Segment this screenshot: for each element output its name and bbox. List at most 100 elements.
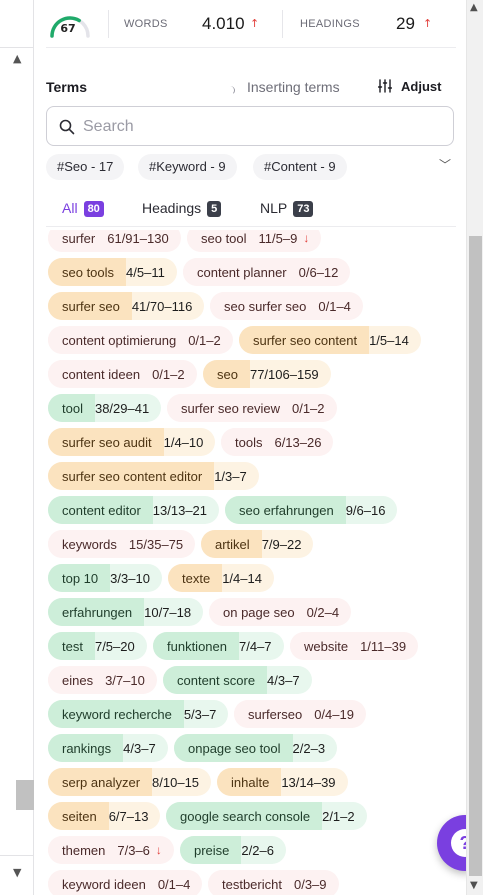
term-chip[interactable]: inhalte 13/14–39 — [217, 768, 348, 796]
term-chip[interactable]: surfer seo content editor 1/3–7 — [48, 462, 259, 490]
filter-chip-content[interactable]: #Content - 9 — [253, 154, 347, 180]
sliders-icon[interactable] — [378, 79, 392, 93]
term-label: surfer seo review — [167, 394, 292, 422]
term-chip[interactable]: onpage seo tool 2/2–3 — [174, 734, 338, 762]
tab-nlp[interactable]: NLP 73 — [260, 200, 314, 217]
scroll-up-arrow-icon[interactable]: ▲ — [470, 2, 478, 13]
term-count-value: 0/4–19 — [314, 706, 354, 722]
tab-all[interactable]: All 80 — [62, 200, 104, 217]
search-input[interactable] — [83, 115, 443, 139]
term-chip[interactable]: artikel 7/9–22 — [201, 530, 314, 558]
filter-chip-keyword[interactable]: #Keyword - 9 — [138, 154, 237, 180]
term-chip[interactable]: tools 6/13–26 — [221, 428, 334, 456]
term-count-value: 0/1–2 — [152, 366, 185, 382]
term-label: test — [48, 632, 95, 660]
term-chip[interactable]: keywords 15/35–75 — [48, 530, 196, 558]
term-chip[interactable]: website 1/11–39 — [290, 632, 419, 660]
term-label: surfer seo content — [239, 326, 370, 354]
term-label: seo tools — [48, 258, 127, 286]
term-chip[interactable]: themen 7/3–6 ↓ — [48, 836, 174, 864]
term-chip[interactable]: tool 38/29–41 — [48, 394, 162, 422]
search-icon — [59, 119, 75, 135]
term-count: 0/1–2 — [188, 326, 233, 354]
tab-label: NLP — [260, 200, 288, 216]
term-count: 4/3–7 — [267, 666, 312, 694]
term-count-value: 7/4–7 — [239, 638, 272, 654]
term-chip[interactable]: erfahrungen 10/7–18 — [48, 598, 204, 626]
term-chip[interactable]: content ideen 0/1–2 — [48, 360, 197, 388]
tab-headings[interactable]: Headings 5 — [142, 200, 222, 217]
term-chip[interactable]: funktionen 7/4–7 — [153, 632, 284, 660]
term-count-value: 1/5–14 — [369, 332, 409, 348]
term-chip[interactable]: testbericht 0/3–9 — [208, 870, 339, 895]
term-count: 13/14–39 — [281, 768, 347, 796]
term-label: texte — [168, 564, 223, 592]
term-chip[interactable]: serp analyzer 8/10–15 — [48, 768, 212, 796]
term-count: 0/3–9 — [294, 870, 339, 895]
term-chip[interactable]: test 7/5–20 — [48, 632, 147, 660]
term-chip[interactable]: keyword recherche 5/3–7 — [48, 700, 229, 728]
term-chip[interactable]: surferseo 0/4–19 — [234, 700, 366, 728]
term-label: seo erfahrungen — [225, 496, 346, 524]
arrow-up-icon: ↑ — [423, 17, 433, 30]
filter-chip-seo[interactable]: #Seo - 17 — [46, 154, 125, 180]
term-chip[interactable]: on page seo 0/2–4 — [209, 598, 352, 626]
term-chip[interactable]: content optimierung 0/1–2 — [48, 326, 233, 354]
term-label: keyword ideen — [48, 870, 158, 895]
term-count: 0/1–4 — [158, 870, 203, 895]
term-count: 7/9–22 — [262, 530, 314, 558]
term-chip[interactable]: surfer seo review 0/1–2 — [167, 394, 337, 422]
term-chip[interactable]: seiten 6/7–13 — [48, 802, 161, 830]
term-count: 7/5–20 — [95, 632, 147, 660]
term-chip[interactable]: preise 2/2–6 — [180, 836, 286, 864]
term-label: erfahrungen — [48, 598, 145, 626]
term-chip[interactable]: texte 1/4–14 — [168, 564, 274, 592]
term-count-value: 15/35–75 — [128, 536, 184, 552]
term-chip[interactable]: seo surfer seo 0/1–4 — [210, 292, 363, 320]
term-chip[interactable]: google search console 2/1–2 — [166, 802, 367, 830]
term-count: 2/2–3 — [293, 734, 338, 762]
term-chip[interactable]: seo tools 4/5–11 — [48, 258, 177, 286]
term-chip[interactable]: seo erfahrungen 9/6–16 — [225, 496, 398, 524]
filter-chips: #Seo - 17 #Keyword - 9 #Content - 9 ﹀ — [46, 154, 456, 180]
term-chip[interactable]: content planner 0/6–12 — [183, 258, 351, 286]
term-count: 1/11–39 — [360, 632, 418, 660]
term-chip[interactable]: seo tool 11/5–9 ↓ — [187, 230, 322, 252]
scrollbar-thumb[interactable] — [16, 780, 34, 810]
term-count-value: 41/70–116 — [131, 298, 193, 314]
term-chip[interactable]: keyword ideen 0/1–4 — [48, 870, 203, 895]
scroll-up-arrow-icon[interactable]: ▲ — [13, 52, 21, 65]
scrollbar-thumb[interactable] — [469, 236, 482, 876]
chevron-down-icon[interactable]: ﹀ — [439, 156, 451, 173]
term-chip[interactable]: content score 4/3–7 — [163, 666, 312, 694]
term-label: themen — [48, 836, 118, 864]
scroll-down-arrow-icon[interactable]: ▼ — [470, 880, 478, 891]
scroll-down-arrow-icon[interactable]: ▼ — [13, 866, 21, 879]
term-count-value: 7/9–22 — [261, 536, 302, 552]
term-count: 0/4–19 — [314, 700, 366, 728]
terms-list: surfer 61/91–130 seo tool 11/5–9 ↓ seo tools 4… — [46, 230, 456, 895]
term-chip[interactable]: surfer seo audit 1/4–10 — [48, 428, 216, 456]
term-count-value: 2/2–6 — [241, 842, 274, 858]
term-chip[interactable]: seo 77/106–159 — [203, 360, 331, 388]
term-count: 3/3–10 — [110, 564, 162, 592]
term-label: seo — [203, 360, 250, 388]
term-count: 2/2–6 — [241, 836, 286, 864]
term-chip[interactable]: surfer seo content 1/5–14 — [239, 326, 421, 354]
spinner-icon — [226, 86, 235, 95]
page-scrollbar[interactable]: ▲ ▼ — [466, 0, 483, 895]
term-chip[interactable]: content editor 13/13–21 — [48, 496, 220, 524]
term-label: content ideen — [48, 360, 153, 388]
term-count-value: 11/5–9 — [258, 230, 298, 246]
term-label: surfer seo — [48, 292, 132, 320]
term-chip[interactable]: top 10 3/3–10 — [48, 564, 162, 592]
term-chip[interactable]: surfer 61/91–130 — [48, 230, 181, 252]
term-count: 7/4–7 — [239, 632, 284, 660]
adjust-button[interactable]: Adjust — [401, 79, 441, 94]
term-count-value: 1/3–7 — [214, 468, 247, 484]
term-chip[interactable]: eines 3/7–10 — [48, 666, 157, 694]
divider — [0, 855, 34, 856]
term-chip[interactable]: rankings 4/3–7 — [48, 734, 168, 762]
term-chip[interactable]: surfer seo 41/70–116 — [48, 292, 205, 320]
term-count-value: 3/7–10 — [105, 672, 145, 688]
